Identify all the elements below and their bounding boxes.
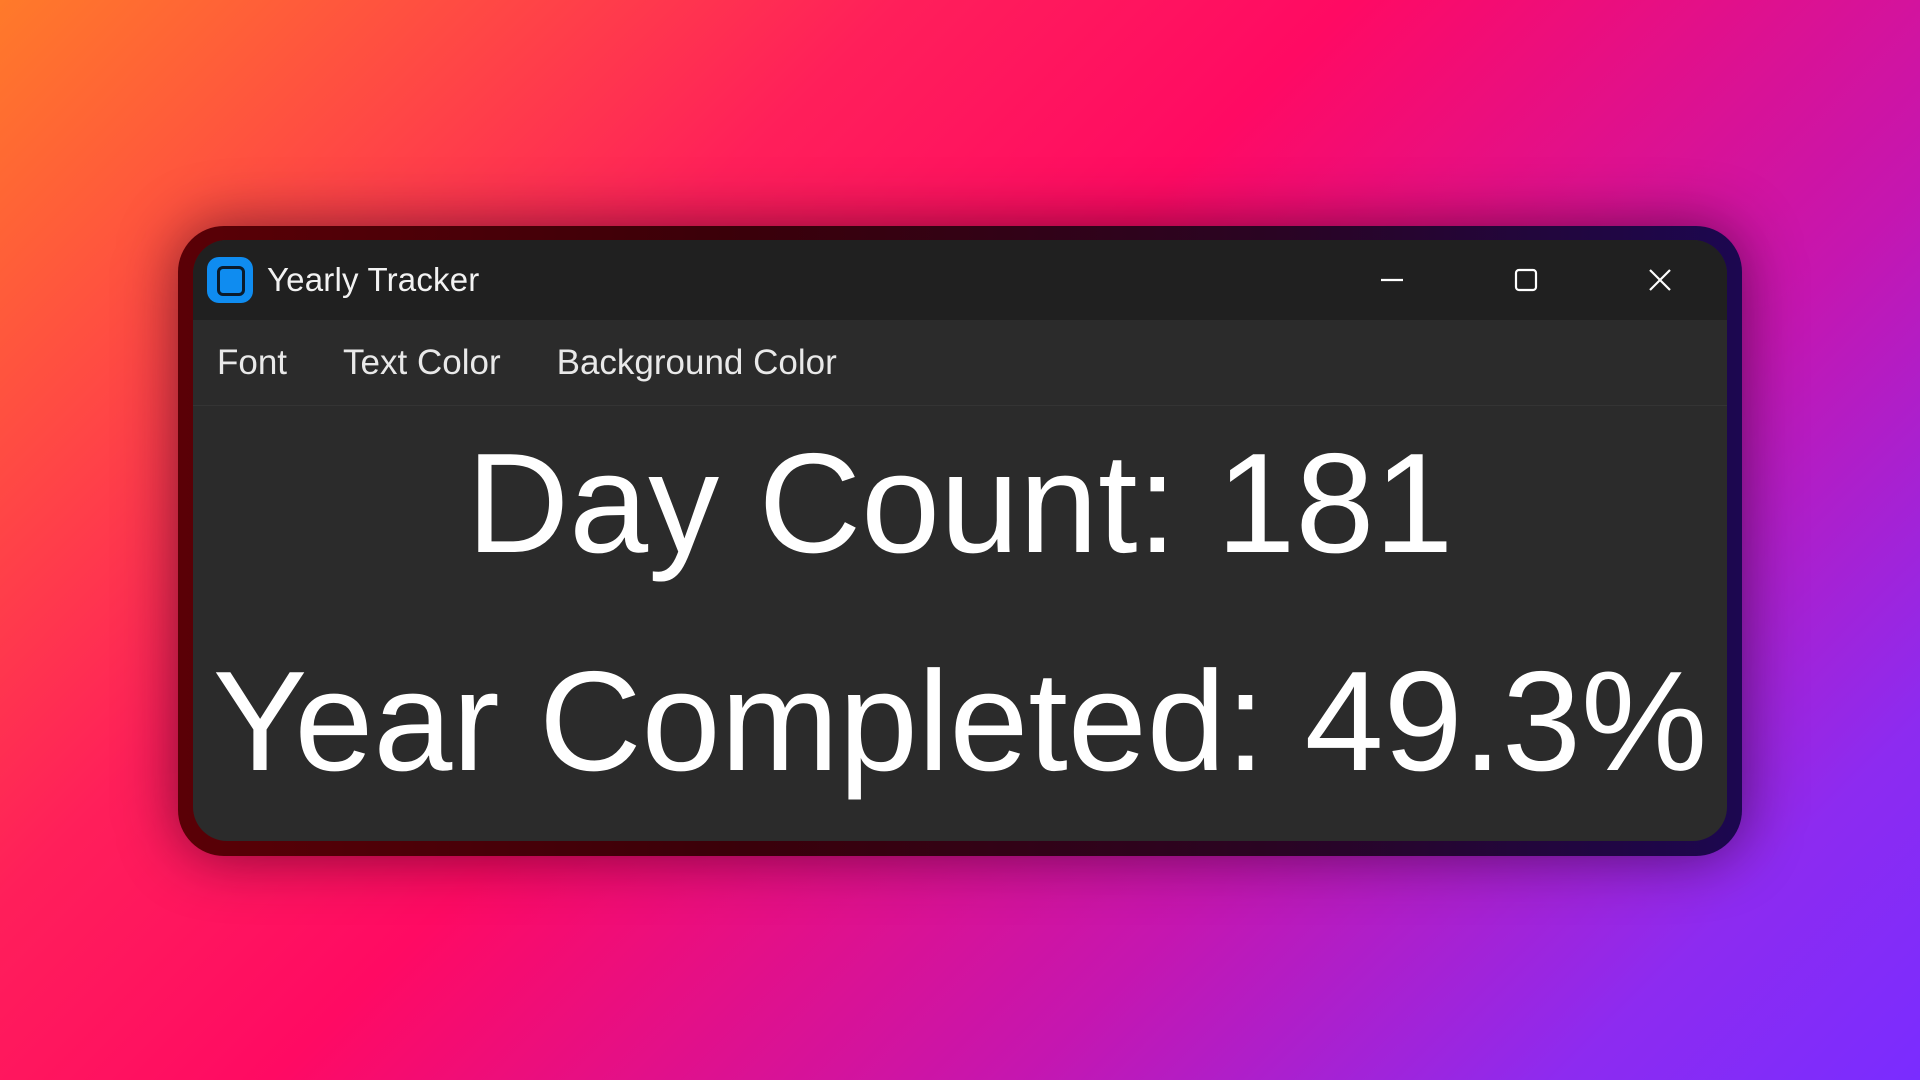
- window-title: Yearly Tracker: [267, 261, 480, 298]
- close-button[interactable]: [1593, 240, 1727, 320]
- app-icon: [207, 257, 253, 303]
- menu-bar: Font Text Color Background Color: [193, 320, 1727, 406]
- minimize-icon: [1381, 278, 1403, 282]
- maximize-icon: [1514, 268, 1538, 292]
- maximize-button[interactable]: [1459, 240, 1593, 320]
- app-window: Yearly Tracker Font Text Color Backgroun…: [193, 240, 1727, 841]
- window-controls: [1325, 240, 1727, 320]
- menu-item-font[interactable]: Font: [217, 337, 287, 389]
- close-icon: [1649, 269, 1671, 291]
- day-count-text: Day Count: 181: [466, 424, 1454, 583]
- minimize-button[interactable]: [1325, 240, 1459, 320]
- menu-item-background-color[interactable]: Background Color: [557, 337, 837, 389]
- year-completed-text: Year Completed: 49.3%: [212, 642, 1708, 801]
- tracker-content: Day Count: 181 Year Completed: 49.3%: [193, 406, 1727, 841]
- menu-item-text-color[interactable]: Text Color: [343, 337, 501, 389]
- title-bar[interactable]: Yearly Tracker: [193, 240, 1727, 320]
